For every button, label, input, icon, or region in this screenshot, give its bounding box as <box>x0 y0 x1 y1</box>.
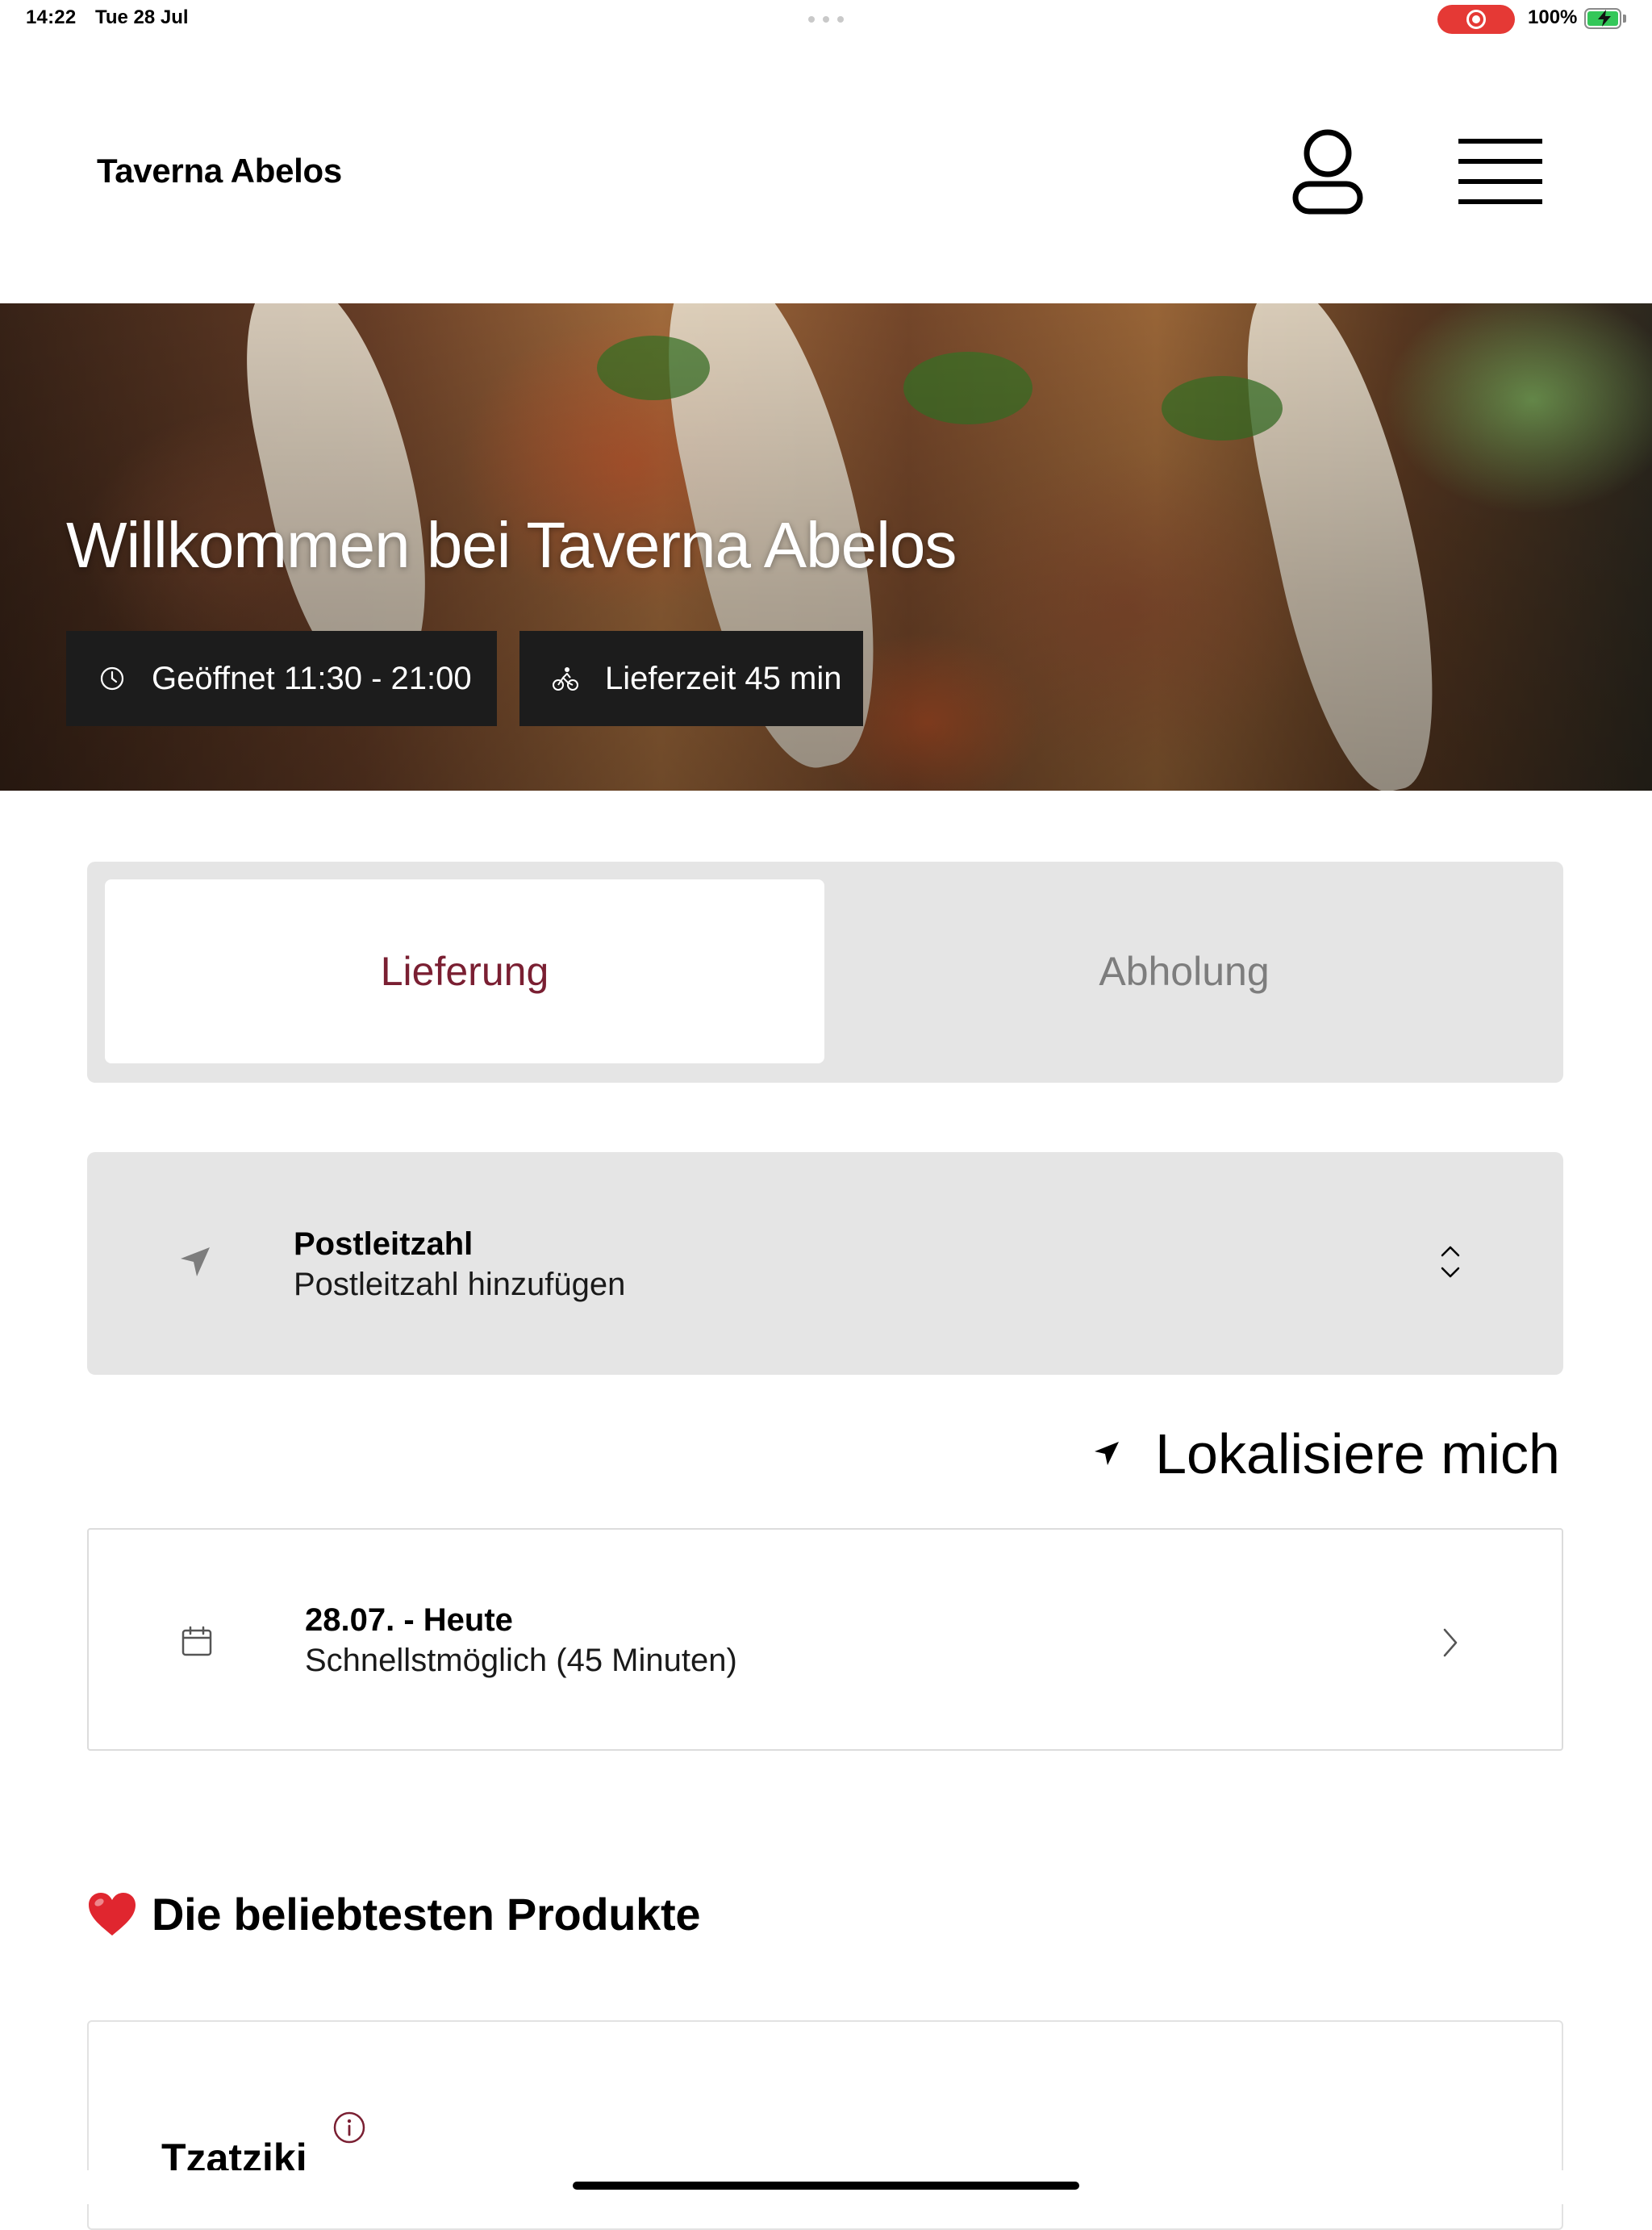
battery-icon <box>1584 8 1621 29</box>
battery-tip <box>1623 15 1626 23</box>
delivery-time-text: Lieferzeit 45 min <box>605 660 842 696</box>
calendar-icon <box>181 1626 212 1656</box>
status-time: 14:22 <box>26 6 77 28</box>
screen-recording-icon[interactable] <box>1437 5 1515 34</box>
hero-banner: Willkommen bei Taverna Abelos Geöffnet 1… <box>0 303 1652 791</box>
location-arrow-icon <box>181 1247 210 1276</box>
multitasking-dots-icon[interactable] <box>808 16 844 23</box>
delivery-time-badge: Lieferzeit 45 min <box>519 631 863 726</box>
opening-hours-badge: Geöffnet 11:30 - 21:00 <box>66 631 497 726</box>
delivery-time-option: Schnellstmöglich (45 Minuten) <box>305 1643 737 1678</box>
locate-me-label: Lokalisiere mich <box>1155 1422 1560 1485</box>
postcode-label: Postleitzahl <box>294 1226 473 1262</box>
tab-delivery[interactable]: Lieferung <box>105 879 824 1063</box>
locate-me-button[interactable]: Lokalisiere mich <box>1092 1422 1560 1486</box>
clock-icon <box>100 666 124 691</box>
home-indicator[interactable] <box>573 2182 1079 2190</box>
location-arrow-icon <box>1095 1442 1120 1465</box>
chevron-up-down-icon[interactable] <box>1439 1242 1462 1281</box>
postcode-placeholder: Postleitzahl hinzufügen <box>294 1267 626 1302</box>
order-mode-toggle: Lieferung Abholung <box>87 862 1563 1083</box>
user-icon[interactable] <box>1287 126 1368 216</box>
delivery-date: 28.07. - Heute <box>305 1602 513 1638</box>
opening-hours-text: Geöffnet 11:30 - 21:00 <box>152 660 472 696</box>
hero-title: Willkommen bei Taverna Abelos <box>66 509 957 581</box>
status-bar: 14:22 Tue 28 Jul 100% <box>0 0 1652 39</box>
popular-products-heading: Die beliebtesten Produkte <box>87 1888 701 1940</box>
postcode-field[interactable]: Postleitzahl Postleitzahl hinzufügen <box>87 1152 1563 1375</box>
bicycle-icon <box>553 667 578 691</box>
heart-icon <box>89 1892 136 1936</box>
app-header: Taverna Abelos <box>0 39 1652 303</box>
brand-name[interactable]: Taverna Abelos <box>97 152 342 190</box>
status-date: Tue 28 Jul <box>95 6 189 28</box>
menu-icon[interactable] <box>1458 136 1542 207</box>
section-title: Die beliebtesten Produkte <box>152 1889 701 1940</box>
battery-percentage: 100% <box>1528 6 1578 28</box>
chevron-right-icon <box>1443 1628 1458 1657</box>
tab-pickup[interactable]: Abholung <box>824 879 1544 1063</box>
info-icon[interactable] <box>332 2111 366 2144</box>
delivery-time-selector[interactable]: 28.07. - Heute Schnellstmöglich (45 Minu… <box>87 1528 1563 1751</box>
